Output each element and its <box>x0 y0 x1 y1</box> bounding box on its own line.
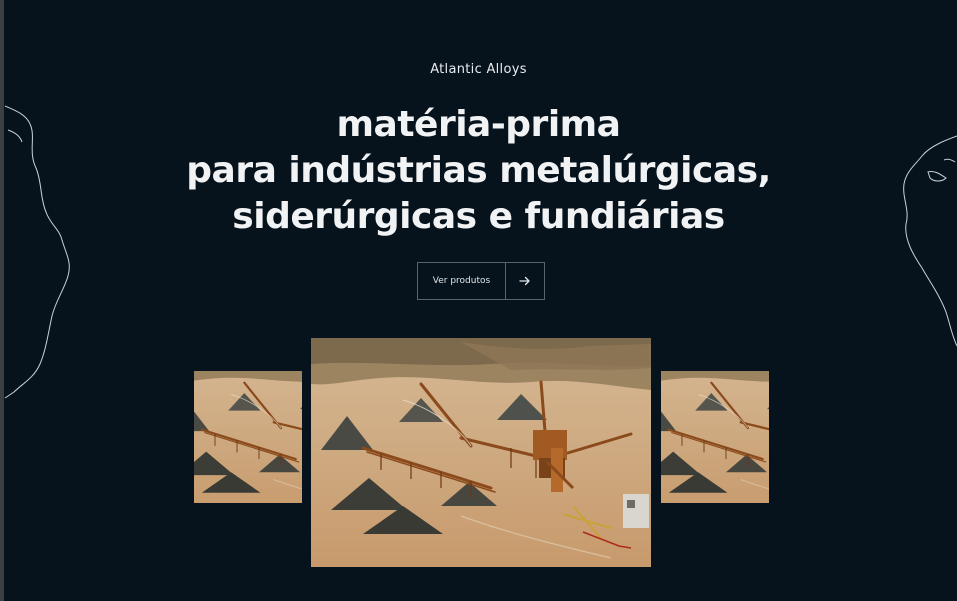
crushing-plant-photo <box>194 371 302 503</box>
crushing-plant-photo <box>661 371 769 503</box>
window-left-edge <box>0 0 4 601</box>
hero-headline: matéria-prima para indústrias metalúrgic… <box>0 102 957 240</box>
brand-name: Atlantic Alloys <box>430 62 527 77</box>
view-products-label: Ver produtos <box>418 263 506 299</box>
headline-line-2: para indústrias metalúrgicas, <box>186 150 771 191</box>
crushing-plant-photo <box>311 338 651 567</box>
headline-line-1: matéria-prima <box>336 104 621 145</box>
view-products-button[interactable]: Ver produtos <box>417 262 545 300</box>
carousel-slide-previous[interactable] <box>194 371 302 503</box>
arrow-right-icon <box>506 263 544 299</box>
headline-line-3: siderúrgicas e fundiárias <box>232 196 725 237</box>
carousel-slide-next[interactable] <box>661 371 769 503</box>
carousel-slide-current[interactable] <box>311 338 651 567</box>
